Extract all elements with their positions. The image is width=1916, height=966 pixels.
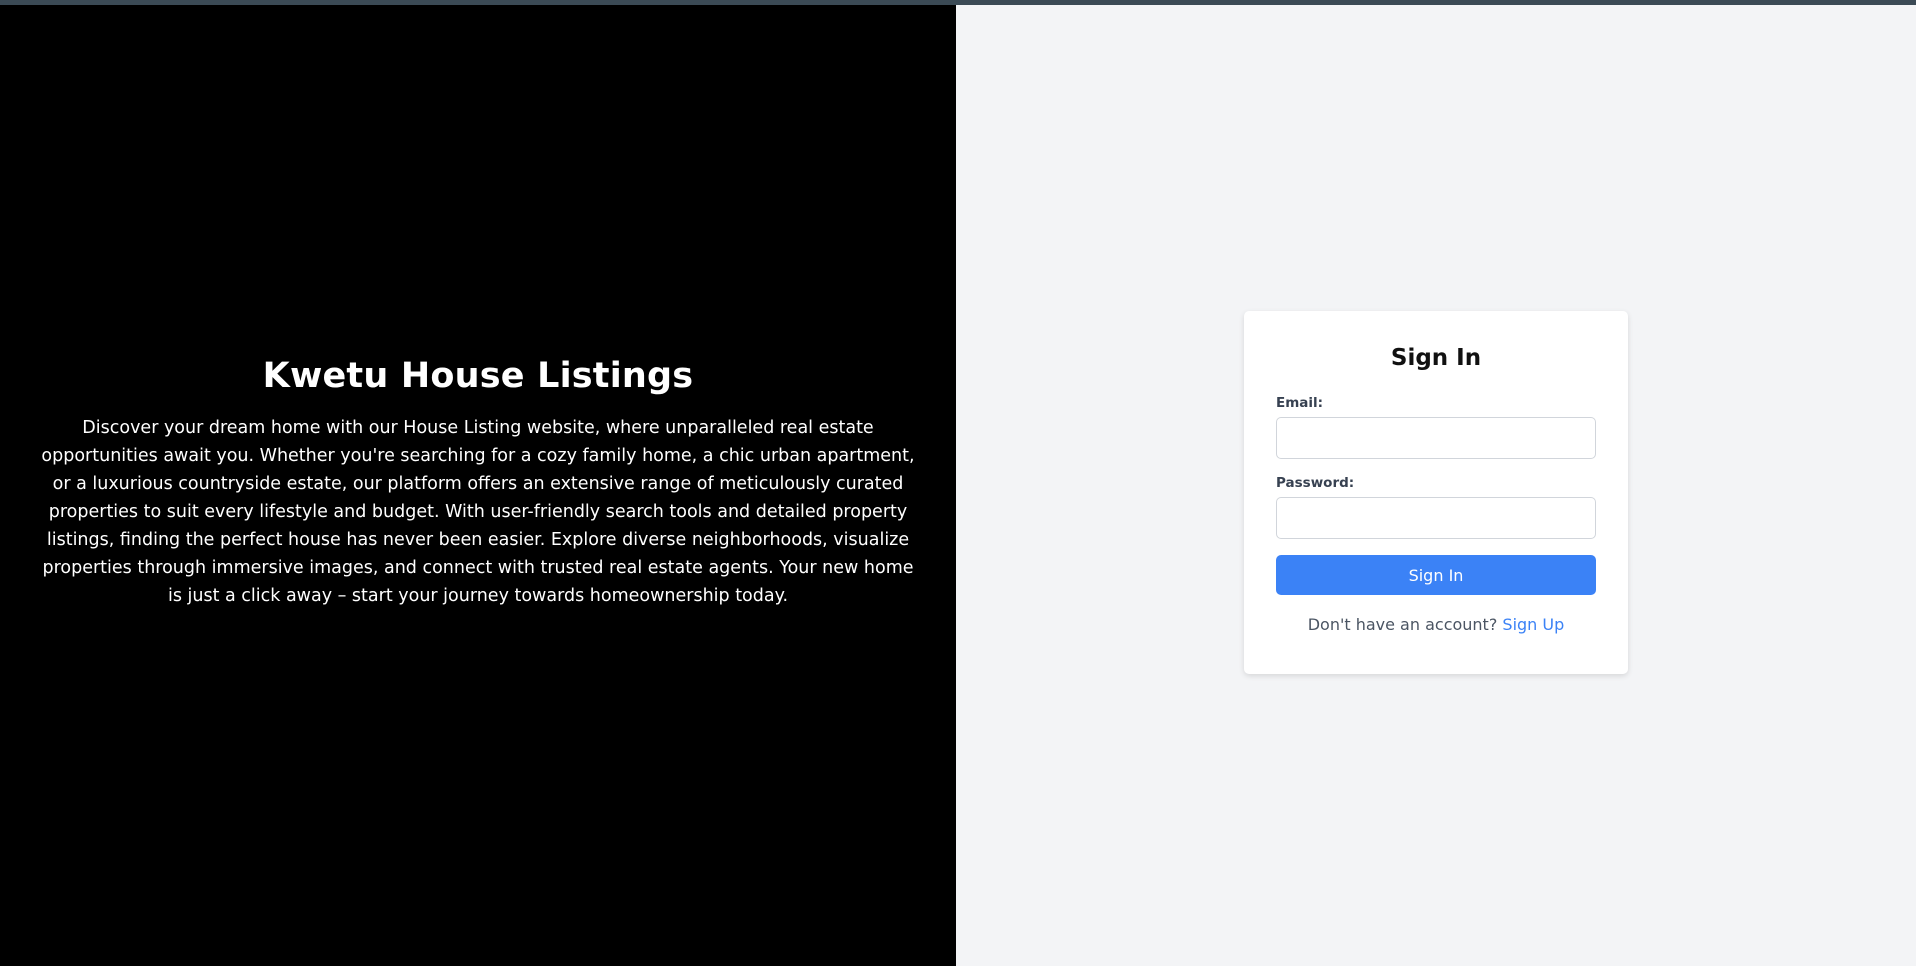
page: Kwetu House Listings Discover your dream… — [0, 0, 1916, 966]
hero-title: Kwetu House Listings — [262, 356, 694, 396]
sign-up-link[interactable]: Sign Up — [1502, 615, 1564, 634]
sign-in-button[interactable]: Sign In — [1276, 555, 1596, 595]
signin-card: Sign In Email: Password: Sign In Don't h… — [1244, 311, 1628, 674]
hero-description: Discover your dream home with our House … — [41, 418, 915, 606]
signup-prompt: Don't have an account? Sign Up — [1276, 615, 1596, 634]
no-account-text: Don't have an account? — [1307, 615, 1498, 634]
password-label: Password: — [1276, 475, 1355, 491]
auth-area: Sign In Email: Password: Sign In Don't h… — [956, 0, 1916, 966]
signin-title: Sign In — [1390, 345, 1482, 371]
email-label: Email: — [1276, 395, 1324, 411]
top-strip — [0, 0, 1916, 5]
hero-panel: Kwetu House Listings Discover your dream… — [0, 0, 956, 966]
email-field[interactable] — [1276, 417, 1596, 459]
password-field[interactable] — [1276, 497, 1596, 539]
